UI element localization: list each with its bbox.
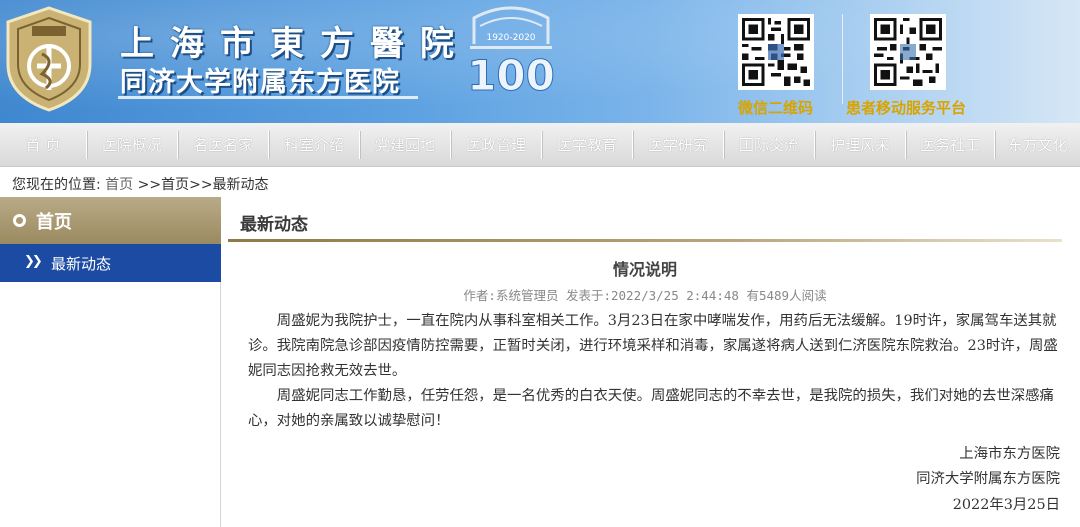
nav-hospital-overview[interactable]: 医院概况 xyxy=(87,123,177,167)
mobile-service-qr-code[interactable] xyxy=(870,14,946,90)
nav-home[interactable]: 首 页 xyxy=(0,123,86,167)
article-paragraph: 周盛妮同志工作勤恳，任劳任怨，是一名优秀的白衣天使。周盛妮同志的不幸去世，是我院… xyxy=(248,388,1054,429)
qr-code-icon xyxy=(742,18,810,86)
breadcrumb-path: >>首页>>最新动态 xyxy=(137,177,269,193)
hospital-name-traditional: 上海市東方醫院 xyxy=(120,24,470,64)
article-meta: 作者:系统管理员 发表于:2022/3/25 2:44:48 有5489人阅读 xyxy=(463,288,827,303)
breadcrumb-prefix: 您现在的位置: xyxy=(12,177,101,193)
sidebar-item-label: 最新动态 xyxy=(51,255,112,273)
nav-medical-education[interactable]: 医学教育 xyxy=(542,123,632,167)
double-chevron-right-icon: ❯❯ xyxy=(24,254,43,269)
sidebar: 首页 ❯❯ 最新动态 xyxy=(0,197,221,527)
signature-affiliation: 同济大学附属东方医院 xyxy=(916,471,1060,487)
nav-nursing[interactable]: 护理风采 xyxy=(815,123,905,167)
nav-medical-administration[interactable]: 医政管理 xyxy=(451,123,541,167)
article-body: 周盛妮为我院护士，一直在院内从事科室相关工作。3月23日在家中哮喘发作，用药后无… xyxy=(248,309,1060,434)
sidebar-item-latest-news[interactable]: ❯❯ 最新动态 xyxy=(0,244,221,282)
nav-departments[interactable]: 科室介绍 xyxy=(269,123,359,167)
anniversary-years: 1920-2020 xyxy=(486,33,535,43)
header-divider xyxy=(842,14,843,104)
breadcrumb-home-link[interactable]: 首页 xyxy=(105,177,133,193)
nav-international-exchange[interactable]: 国际交流 xyxy=(724,123,814,167)
circle-bullet-icon xyxy=(13,214,26,227)
section-divider xyxy=(228,239,1062,242)
signature-hospital: 上海市东方医院 xyxy=(959,446,1060,462)
mobile-service-qr-label: 患者移动服务平台 xyxy=(846,99,967,117)
article-title: 情况说明 xyxy=(612,260,677,279)
anniversary-number: 100 xyxy=(467,51,555,96)
hospital-emblem-icon[interactable] xyxy=(2,4,96,114)
qr-code-icon xyxy=(874,18,942,86)
breadcrumb: 您现在的位置: 首页 >>首页>>最新动态 xyxy=(12,174,269,194)
nav-famous-doctors[interactable]: 名医名家 xyxy=(178,123,268,167)
nav-social-work[interactable]: 医务社工 xyxy=(906,123,994,167)
wechat-qr-code[interactable] xyxy=(738,14,814,90)
sidebar-title: 首页 xyxy=(36,212,72,233)
centennial-logo: 1920-2020 100 xyxy=(467,6,555,96)
nav-party-building[interactable]: 党建园地 xyxy=(360,123,450,167)
hospital-name-affiliation: 同济大学附属东方医院 xyxy=(120,67,400,98)
site-header: 上海市東方醫院 同济大学附属东方医院 1920-2020 100 微信二维码 患… xyxy=(0,0,1080,123)
main-nav: 首 页 医院概况 名医名家 科室介绍 党建园地 医政管理 医学教育 医学研究 国… xyxy=(0,123,1080,167)
sidebar-header: 首页 xyxy=(0,197,221,244)
signature-date: 2022年3月25日 xyxy=(952,497,1060,513)
article-paragraph: 周盛妮为我院护士，一直在院内从事科室相关工作。3月23日在家中哮喘发作，用药后无… xyxy=(248,313,1058,379)
name-underline xyxy=(118,96,418,99)
nav-medical-research[interactable]: 医学研究 xyxy=(633,123,723,167)
section-title: 最新动态 xyxy=(240,215,308,235)
nav-eastern-culture[interactable]: 东方文化 xyxy=(995,123,1080,167)
wechat-qr-label: 微信二维码 xyxy=(738,99,814,117)
